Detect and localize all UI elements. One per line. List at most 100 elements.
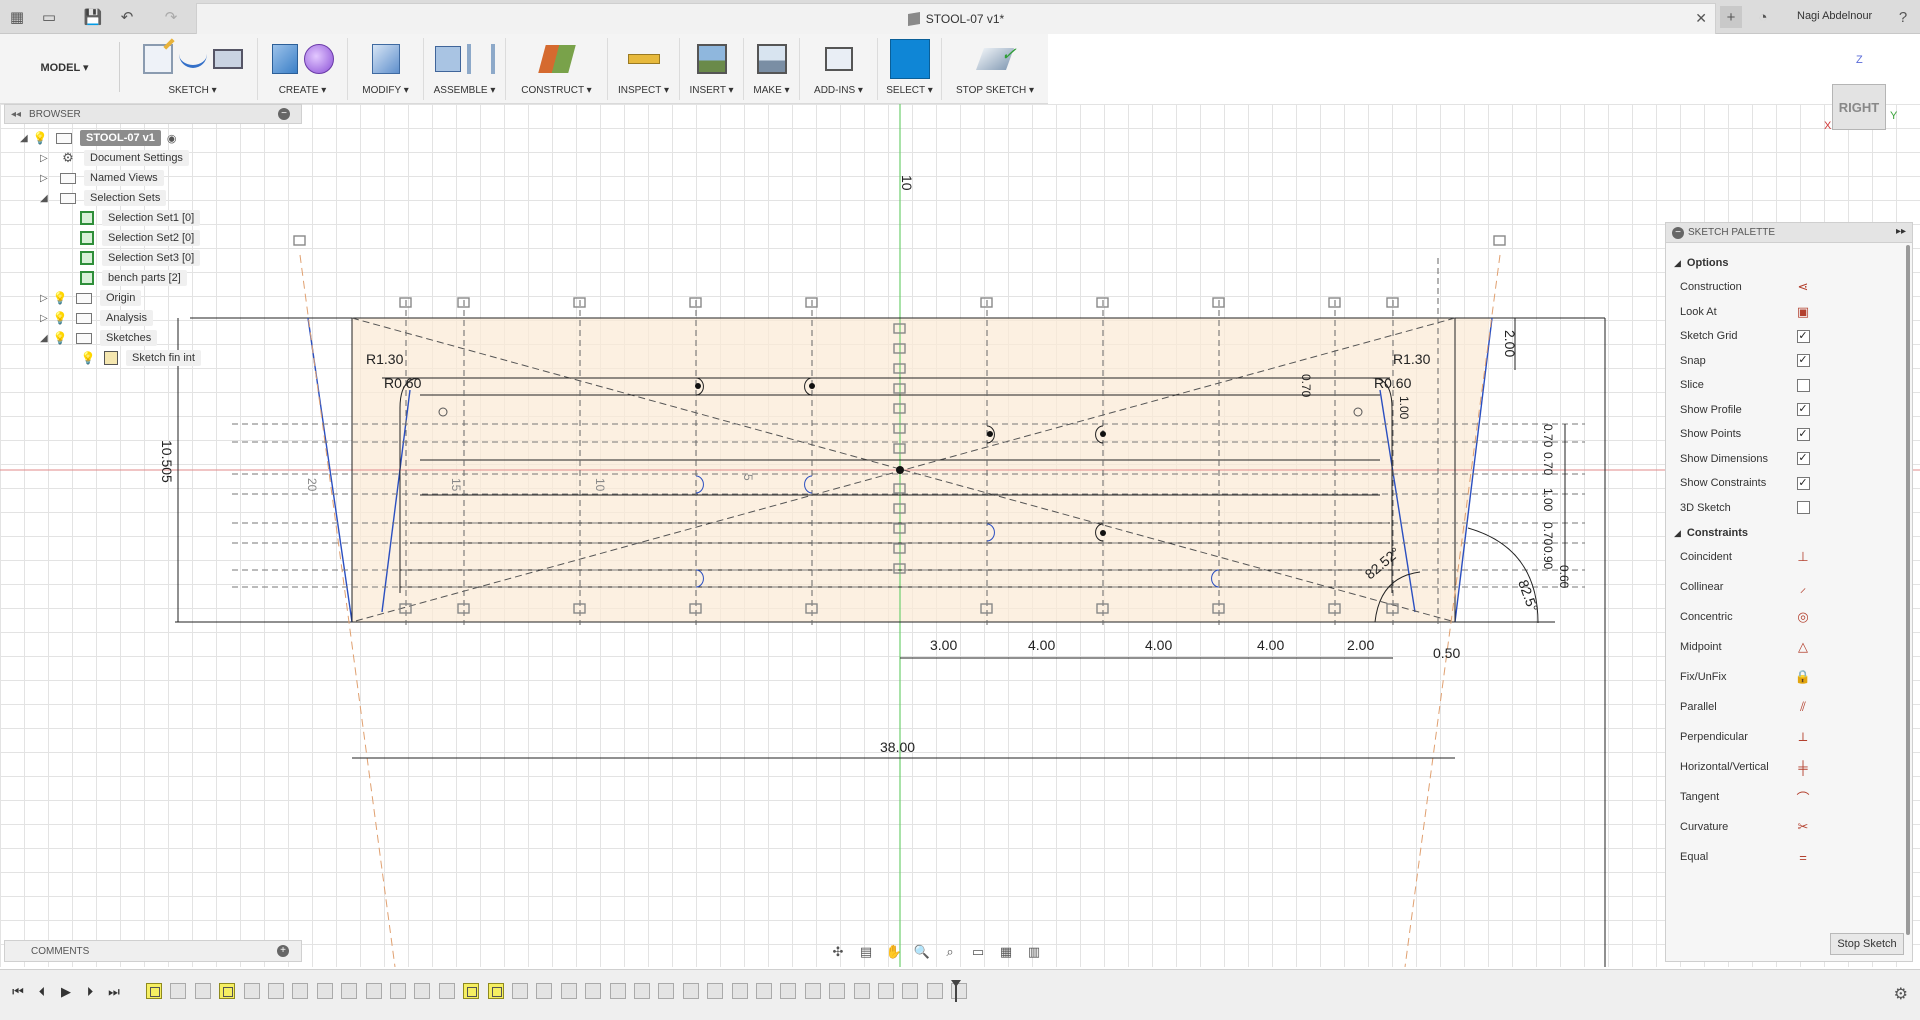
timeline-feature[interactable] xyxy=(194,983,211,999)
expand-icon[interactable]: ▷ xyxy=(40,173,52,184)
timeline-feature[interactable] xyxy=(292,983,309,999)
constraint-coincident[interactable]: Coincident ⊥ xyxy=(1680,545,1902,569)
option-show-points[interactable]: Show Points ✓ xyxy=(1680,422,1902,446)
view-cube[interactable]: Z RIGHT Y X xyxy=(1820,54,1900,134)
options-section-header[interactable]: ◢ Options xyxy=(1674,253,1728,273)
checkbox[interactable]: ✓ xyxy=(1796,329,1810,343)
view-cube-face[interactable]: RIGHT xyxy=(1832,84,1886,130)
expand-icon[interactable]: ◢ xyxy=(20,133,32,144)
workspace-switcher[interactable]: MODEL ▾ xyxy=(10,42,120,92)
timeline-feature[interactable] xyxy=(536,983,553,999)
option-sketch-grid[interactable]: Sketch Grid ✓ xyxy=(1680,324,1902,348)
timeline-sketch-feature[interactable] xyxy=(219,983,236,999)
browser-item-selection-set-1[interactable]: Selection Set1 [0] xyxy=(72,208,201,228)
document-tab[interactable]: STOOL-07 v1* ✕ xyxy=(196,3,1716,34)
stop-sketch-button[interactable]: Stop Sketch xyxy=(1830,933,1904,955)
visibility-bulb-icon[interactable]: 💡 xyxy=(80,351,96,365)
coincident-icon[interactable]: ⊥ xyxy=(1796,549,1810,564)
construction-icon[interactable]: ⋖ xyxy=(1798,279,1809,295)
stop-sketch-menu[interactable]: STOP SKETCH ▾ xyxy=(942,85,1048,96)
checkbox[interactable]: ✓ xyxy=(1796,403,1810,416)
dim-r060-right[interactable]: R0.60 xyxy=(1374,375,1412,391)
app-grid-icon[interactable]: ▦ xyxy=(6,6,28,28)
dim-4a[interactable]: 4.00 xyxy=(1028,637,1055,653)
joint-icon[interactable] xyxy=(466,44,495,74)
viewports-icon[interactable]: ▥ xyxy=(1024,944,1044,960)
option-control[interactable] xyxy=(1796,378,1810,392)
new-tab-icon[interactable]: + xyxy=(1720,6,1742,28)
make-menu[interactable]: MAKE ▾ xyxy=(744,85,799,96)
dim-r130-left[interactable]: R1.30 xyxy=(366,351,404,367)
dim-070-c[interactable]: 0.70 xyxy=(1541,452,1555,476)
collapse-icon[interactable]: ◢ xyxy=(1674,528,1681,539)
option-control[interactable]: ✓ xyxy=(1796,427,1810,441)
constraint-midpoint[interactable]: Midpoint △ xyxy=(1680,635,1902,659)
timeline-sketch-feature[interactable] xyxy=(463,983,480,999)
checkbox[interactable]: ✓ xyxy=(1796,427,1810,441)
constraint-collinear[interactable]: Collinear ⸝ xyxy=(1680,575,1902,599)
dim-angle-825[interactable]: 82.5° xyxy=(1515,578,1541,614)
visibility-bulb-icon[interactable]: 💡 xyxy=(52,291,68,305)
timeline-feature[interactable] xyxy=(438,983,455,999)
activate-icon[interactable]: ◉ xyxy=(167,132,177,145)
dim-060[interactable]: 0.60 xyxy=(1557,565,1571,589)
addins-menu[interactable]: ADD-INS ▾ xyxy=(800,85,877,96)
dim-38[interactable]: 38.00 xyxy=(880,739,915,755)
timeline-marker[interactable] xyxy=(951,980,961,1002)
timeline-feature[interactable] xyxy=(512,983,528,999)
dim-070-d[interactable]: 0.70 xyxy=(1541,522,1555,546)
browser-item-selection-set-3[interactable]: Selection Set3 [0] xyxy=(72,248,201,268)
timeline-feature[interactable] xyxy=(170,983,187,999)
minimize-palette-icon[interactable]: − xyxy=(1672,227,1684,239)
midpoint-icon[interactable]: △ xyxy=(1796,639,1810,654)
dim-070-a[interactable]: 0.70 xyxy=(1299,374,1313,398)
timeline-feature[interactable] xyxy=(780,983,797,999)
3d-print-icon[interactable] xyxy=(756,44,787,74)
timeline-feature[interactable] xyxy=(902,983,919,999)
option-control[interactable]: ✓ xyxy=(1796,329,1810,343)
timeline-feature[interactable] xyxy=(316,983,333,999)
stop-sketch-icon[interactable] xyxy=(975,48,1015,70)
browser-item-analysis[interactable]: ▷ 💡 Analysis xyxy=(40,308,153,328)
checkbox[interactable]: ✓ xyxy=(1796,476,1810,490)
file-menu-icon[interactable]: ▭ xyxy=(38,6,60,28)
form-icon[interactable] xyxy=(303,44,334,74)
dim-2b[interactable]: 2.00 xyxy=(1347,637,1374,653)
create-menu[interactable]: CREATE ▾ xyxy=(258,85,347,96)
option-look-at[interactable]: Look At ▣ xyxy=(1680,300,1902,324)
offset-plane-icon[interactable] xyxy=(537,45,576,73)
browser-header[interactable]: ◂◂ BROWSER − xyxy=(4,104,302,124)
collapse-browser-icon[interactable]: ◂◂ xyxy=(11,109,21,120)
undo-icon[interactable]: ↶ xyxy=(116,6,138,28)
option-construction[interactable]: Construction ⋖ xyxy=(1680,275,1902,299)
close-tab-icon[interactable]: ✕ xyxy=(1695,10,1707,27)
option-control[interactable]: ✓ xyxy=(1796,403,1810,417)
add-comment-icon[interactable]: + xyxy=(277,945,289,957)
arc-icon[interactable] xyxy=(178,50,207,68)
timeline-sketch-feature[interactable] xyxy=(487,983,504,999)
zoom-window-icon[interactable]: ⌕ xyxy=(940,944,960,960)
insert-menu[interactable]: INSERT ▾ xyxy=(680,85,743,96)
horizontal-vertical-icon[interactable]: ╪ xyxy=(1796,760,1810,775)
constraint-fix-unfix[interactable]: Fix/UnFix 🔒 xyxy=(1680,665,1902,689)
palette-header[interactable]: − SKETCH PALETTE ▸▸ xyxy=(1666,223,1912,243)
browser-item-document-settings[interactable]: ▷ ⚙ Document Settings xyxy=(40,148,189,168)
browser-item-named-views[interactable]: ▷ Named Views xyxy=(40,168,164,188)
look-at-icon[interactable]: ▣ xyxy=(1797,304,1809,320)
timeline-prev-button[interactable]: ⏴ xyxy=(32,984,52,1004)
dim-3[interactable]: 3.00 xyxy=(930,637,957,653)
constraint-parallel[interactable]: Parallel ⫽ xyxy=(1680,695,1902,719)
timeline-feature[interactable] xyxy=(243,983,260,999)
sketch-point-1[interactable] xyxy=(695,383,701,389)
option-control[interactable]: ✓ xyxy=(1796,354,1810,368)
redo-icon[interactable]: ↷ xyxy=(160,6,182,28)
option-control[interactable]: ✓ xyxy=(1796,452,1810,466)
timeline-feature[interactable] xyxy=(682,983,699,999)
construct-menu[interactable]: CONSTRUCT ▾ xyxy=(506,85,607,96)
constraint-curvature[interactable]: Curvature ✂ xyxy=(1680,815,1902,839)
timeline-sketch-feature[interactable] xyxy=(146,983,162,999)
sketch-point-5[interactable] xyxy=(1100,530,1106,536)
look-at-icon[interactable]: ▤ xyxy=(856,944,876,960)
constraint-horizontal-vertical[interactable]: Horizontal/Vertical ╪ xyxy=(1680,755,1902,779)
visibility-bulb-icon[interactable]: 💡 xyxy=(52,311,68,325)
